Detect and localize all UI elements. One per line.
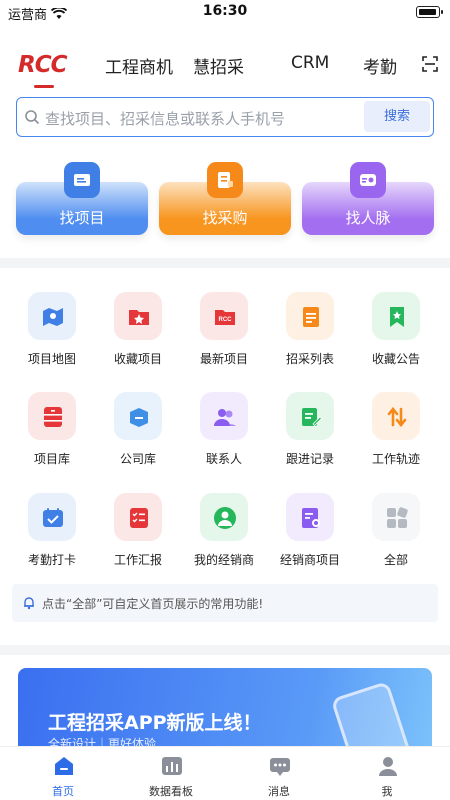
message-icon bbox=[270, 758, 290, 776]
dealer-person-icon bbox=[200, 493, 248, 541]
home-icon bbox=[55, 757, 73, 775]
search-input[interactable]: 查找项目、招采信息或联系人手机号 bbox=[45, 108, 285, 129]
purchase-document-icon bbox=[207, 162, 243, 198]
people-icon bbox=[200, 392, 248, 440]
search-icon bbox=[25, 110, 40, 125]
tab-home[interactable]: 首页 bbox=[23, 747, 103, 800]
search-bar[interactable]: 查找项目、招采信息或联系人手机号 搜索 bbox=[16, 97, 434, 137]
project-folder-icon bbox=[64, 162, 100, 198]
grid-item-label: 最新项目 bbox=[199, 352, 248, 366]
all-grid-icon bbox=[372, 493, 420, 541]
grid-item-label: 项目地图 bbox=[27, 352, 76, 366]
favorite-folder-icon bbox=[114, 292, 162, 340]
grid-item-people[interactable]: 联系人 bbox=[180, 392, 270, 472]
svg-text:RCC: RCC bbox=[219, 317, 233, 323]
bottom-tab-bar: 首页 数据看板 消息 我 bbox=[0, 746, 450, 800]
section-divider bbox=[0, 645, 450, 655]
grid-item-cabinet[interactable]: 项目库 bbox=[8, 392, 98, 472]
tab-dashboard-label: 数据看板 bbox=[149, 785, 193, 798]
grid-item-dealer-person[interactable]: 我的经销商 bbox=[180, 493, 270, 573]
grid-item-label: 收藏公告 bbox=[371, 352, 420, 366]
calendar-check-icon bbox=[28, 493, 76, 541]
tab-crm[interactable]: CRM bbox=[291, 53, 329, 73]
find-contacts-label: 找人脉 bbox=[345, 209, 391, 227]
grid-item-label: 项目库 bbox=[33, 452, 70, 466]
find-project-card[interactable]: 找项目 bbox=[16, 162, 148, 235]
dashboard-icon bbox=[162, 757, 182, 775]
grid-item-label: 收藏项目 bbox=[113, 352, 162, 366]
grid-item-label: 公司库 bbox=[119, 452, 156, 466]
section-divider bbox=[0, 258, 450, 268]
rcc-logo: RCC bbox=[18, 52, 67, 78]
tab-messages[interactable]: 消息 bbox=[239, 747, 319, 800]
grid-item-label: 考勤打卡 bbox=[27, 553, 76, 567]
profile-icon bbox=[379, 757, 397, 776]
tip-text: 点击“全部”可自定义首页展示的常用功能! bbox=[42, 597, 264, 611]
grid-item-track-arrows[interactable]: 工作轨迹 bbox=[352, 392, 442, 472]
map-icon bbox=[28, 292, 76, 340]
tab-home-label: 首页 bbox=[52, 785, 74, 798]
find-purchase-card[interactable]: 找采购 bbox=[159, 162, 291, 235]
grid-item-map[interactable]: 项目地图 bbox=[8, 292, 98, 372]
promo-banner[interactable]: 工程招采APP新版上线！ 全新设计｜更好体验 bbox=[18, 668, 432, 758]
search-button[interactable]: 搜索 bbox=[364, 101, 430, 132]
battery-icon bbox=[416, 6, 443, 18]
tab-dashboard[interactable]: 数据看板 bbox=[131, 747, 211, 800]
document-list-icon bbox=[286, 292, 334, 340]
report-checklist-icon bbox=[114, 493, 162, 541]
grid-item-document-list[interactable]: 招采列表 bbox=[266, 292, 356, 372]
cabinet-icon bbox=[28, 392, 76, 440]
bell-icon bbox=[24, 597, 34, 610]
grid-item-label: 跟进记录 bbox=[285, 452, 334, 466]
grid-item-label: 联系人 bbox=[205, 452, 242, 466]
contacts-card-icon bbox=[350, 162, 386, 198]
logo-underline bbox=[34, 85, 54, 88]
scan-icon[interactable] bbox=[422, 56, 438, 72]
grid-item-calendar-check[interactable]: 考勤打卡 bbox=[8, 493, 98, 573]
grid-item-dealer-project[interactable]: 经销商项目 bbox=[266, 493, 356, 573]
grid-item-favorite-folder[interactable]: 收藏项目 bbox=[94, 292, 184, 372]
banner-title: 工程招采APP新版上线！ bbox=[48, 712, 262, 734]
tab-me-label: 我 bbox=[381, 785, 393, 798]
top-nav: RCC 工程商机 慧招采 CRM 考勤 bbox=[0, 44, 450, 88]
find-project-label: 找项目 bbox=[59, 209, 105, 227]
status-bar: 运营商 16:30 bbox=[0, 0, 450, 26]
grid-item-label: 经销商项目 bbox=[279, 553, 340, 567]
grid-item-bookmark[interactable]: 收藏公告 bbox=[352, 292, 442, 372]
tab-messages-label: 消息 bbox=[268, 785, 290, 798]
customize-tip: 点击“全部”可自定义首页展示的常用功能! bbox=[12, 584, 438, 622]
grid-item-report-checklist[interactable]: 工作汇报 bbox=[94, 493, 184, 573]
tab-engineering-opportunities[interactable]: 工程商机 bbox=[105, 53, 173, 78]
edit-note-icon bbox=[286, 392, 334, 440]
box-icon bbox=[114, 392, 162, 440]
tab-attendance[interactable]: 考勤 bbox=[363, 53, 397, 78]
grid-item-box[interactable]: 公司库 bbox=[94, 392, 184, 472]
grid-item-label: 全部 bbox=[383, 553, 408, 567]
rcc-folder-icon: RCC bbox=[200, 292, 248, 340]
grid-item-all-grid[interactable]: 全部 bbox=[352, 493, 442, 573]
grid-item-label: 工作汇报 bbox=[113, 553, 162, 567]
status-time: 16:30 bbox=[202, 3, 248, 19]
tab-me[interactable]: 我 bbox=[347, 747, 427, 800]
dealer-project-icon bbox=[286, 493, 334, 541]
tab-smart-procurement[interactable]: 慧招采 bbox=[193, 53, 244, 78]
grid-item-label: 我的经销商 bbox=[193, 553, 254, 567]
grid-item-edit-note[interactable]: 跟进记录 bbox=[266, 392, 356, 472]
grid-item-label: 工作轨迹 bbox=[371, 452, 420, 466]
track-arrows-icon bbox=[372, 392, 420, 440]
bookmark-icon bbox=[372, 292, 420, 340]
find-purchase-label: 找采购 bbox=[202, 209, 248, 227]
grid-item-rcc-folder[interactable]: RCC 最新项目 bbox=[180, 292, 270, 372]
find-contacts-card[interactable]: 找人脉 bbox=[302, 162, 434, 235]
grid-item-label: 招采列表 bbox=[285, 352, 334, 366]
